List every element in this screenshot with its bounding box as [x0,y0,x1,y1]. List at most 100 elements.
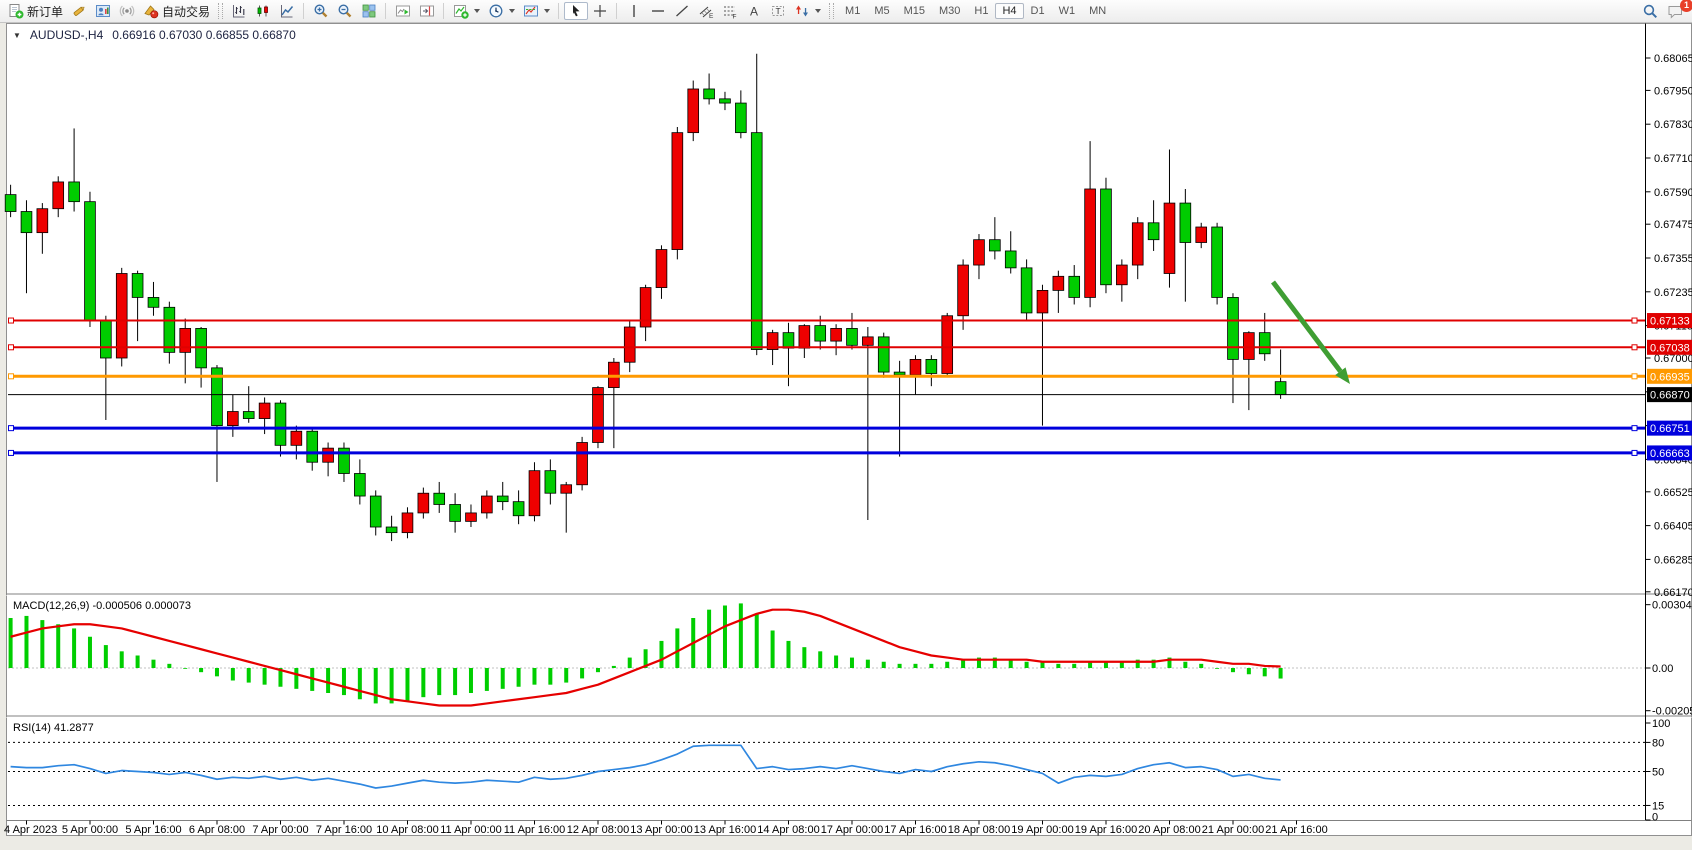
label-tool-button[interactable]: T [766,2,790,20]
price-badge-label: 0.67038 [1650,342,1690,354]
candlestick-chart-button[interactable] [251,2,275,20]
macd-histogram-bar [961,660,965,668]
candle-body [307,431,318,462]
autotrading-button[interactable]: 自动交易 [139,2,214,20]
chart-shift-icon [419,3,435,19]
indicators-button[interactable] [449,2,484,20]
chart-canvas[interactable]: 0.680650.679500.678300.677100.675900.674… [0,0,1692,850]
timeframe-m1-button[interactable]: M1 [838,3,867,19]
toolbar-separator [558,3,560,19]
cursor-tool-button[interactable] [564,2,588,20]
macd-histogram-bar [24,616,28,668]
chevron-down-icon [815,9,821,13]
macd-label: MACD(12,26,9) -0.000506 0.000073 [13,600,191,612]
candle-body [386,527,397,533]
candle-body [69,182,80,202]
macd-histogram-bar [167,664,171,668]
candle-body [259,403,270,418]
timeframe-m15-button[interactable]: M15 [897,3,932,19]
rsi-tick-label: 0 [1652,812,1658,824]
zoom-out-icon [337,3,353,19]
trendline-tool-button[interactable] [670,2,694,20]
macd-histogram-bar [405,668,409,701]
macd-histogram-bar [834,656,838,668]
candle-body [370,496,381,527]
metaeditor-button[interactable] [67,2,91,20]
fibonacci-tool-button[interactable]: F [718,2,742,20]
timeframe-w1-button[interactable]: W1 [1052,3,1083,19]
line-chart-button[interactable] [275,2,299,20]
candle-body [577,443,588,485]
rsi-tick-label: 100 [1652,718,1670,730]
macd-histogram-bar [88,637,92,668]
candle-body [735,103,746,133]
candle-body [402,513,413,533]
candle-body [1243,333,1254,360]
line-anchor-handle [1632,374,1637,379]
market-watch-icon [95,3,111,19]
market-watch-button[interactable] [91,2,115,20]
macd-histogram-bar [501,668,505,689]
candle-body [275,403,286,445]
toolbar-separator [303,3,305,19]
new-order-label: 新订单 [27,3,63,20]
templates-button[interactable] [519,2,554,20]
candle-body [974,240,985,265]
timeframe-h1-button[interactable]: H1 [967,3,995,19]
timeframe-d1-button[interactable]: D1 [1024,3,1052,19]
templates-icon [523,3,539,19]
macd-histogram-bar [898,664,902,668]
line-anchor-handle [9,345,14,350]
price-tick-label: 0.66170 [1654,587,1692,599]
time-tick-label: 11 Apr 16:00 [504,824,566,836]
signals-button[interactable] [115,2,139,20]
candle-body [418,493,429,513]
candle-body [434,493,445,504]
chart-shift-button[interactable] [415,2,439,20]
equidistant-channel-icon: E [698,3,714,19]
timeframe-h4-button[interactable]: H4 [995,3,1023,19]
symbol-dropdown-icon[interactable]: ▼ [13,31,21,40]
macd-histogram-bar [1279,668,1283,679]
zoom-in-button[interactable] [309,2,333,20]
notifications-button[interactable]: 1 [1663,2,1688,20]
time-tick-label: 14 Apr 08:00 [757,824,819,836]
periods-button[interactable] [484,2,519,20]
candle-body [1005,251,1016,268]
candle-body [53,182,64,209]
timeframe-mn-button[interactable]: MN [1082,3,1113,19]
time-tick-label: 17 Apr 16:00 [884,824,946,836]
new-order-button[interactable]: 新订单 [4,2,67,20]
candle-body [116,273,127,358]
timeframe-m30-button[interactable]: M30 [932,3,967,19]
tile-windows-button[interactable] [357,2,381,20]
rsi-label: RSI(14) 41.2877 [13,722,94,734]
line-anchor-handle [1632,318,1637,323]
macd-histogram-bar [882,662,886,668]
macd-histogram-bar [1231,668,1235,672]
toolbar-separator [443,3,445,19]
toolbar-separator [385,3,387,19]
auto-scroll-button[interactable] [391,2,415,20]
arrows-tool-button[interactable] [790,2,825,20]
vertical-line-tool-button[interactable] [622,2,646,20]
zoom-out-button[interactable] [333,2,357,20]
time-tick-label: 20 Apr 08:00 [1138,824,1200,836]
candle-body [450,504,461,521]
crosshair-tool-button[interactable] [588,2,612,20]
timeframe-m5-button[interactable]: M5 [867,3,896,19]
text-tool-button[interactable]: A [742,2,766,20]
candle-body [624,327,635,362]
macd-histogram-bar [850,658,854,668]
candle-body [132,273,143,297]
bar-chart-button[interactable] [227,2,251,20]
candle-body [354,473,365,496]
channel-tool-button[interactable]: E [694,2,718,20]
search-button[interactable] [1638,2,1663,20]
candle-body [1180,203,1191,242]
text-icon: A [746,3,762,19]
horizontal-line-tool-button[interactable] [646,2,670,20]
macd-histogram-bar [548,668,552,685]
time-tick-label: 13 Apr 00:00 [630,824,692,836]
macd-histogram-bar [358,668,362,699]
